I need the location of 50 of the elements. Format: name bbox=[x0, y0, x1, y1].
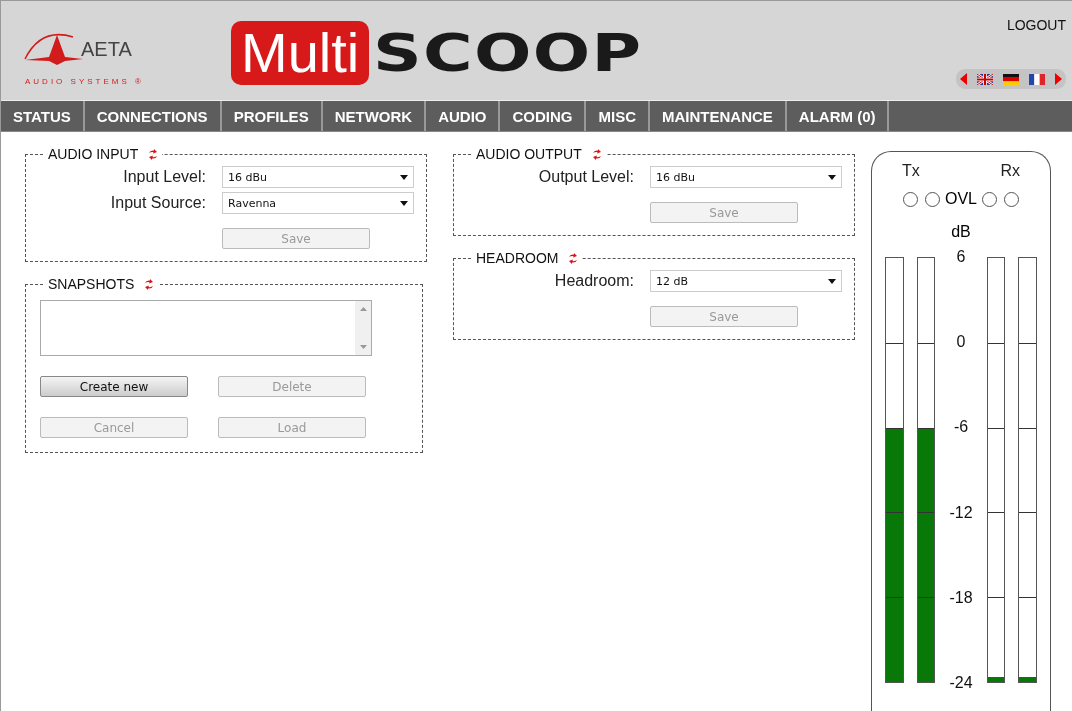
logout-link[interactable]: LOGOUT bbox=[1006, 17, 1066, 33]
nav-tab[interactable]: CONNECTIONS bbox=[84, 101, 222, 131]
nav-tab[interactable]: AUDIO bbox=[426, 101, 501, 131]
nav-tab[interactable]: MAINTENANCE bbox=[650, 101, 787, 131]
german-flag-icon[interactable] bbox=[1003, 73, 1019, 85]
nav-tab[interactable]: PROFILES bbox=[221, 101, 323, 131]
dropdown[interactable]: 12 dB bbox=[650, 270, 842, 292]
nav-tab[interactable]: CODING bbox=[500, 101, 587, 131]
brand-tagline: AUDIO SYSTEMS ® bbox=[25, 77, 144, 86]
unit-label: dB bbox=[950, 223, 972, 241]
field-label: Input Source: bbox=[109, 194, 206, 212]
refresh-icon[interactable] bbox=[148, 148, 159, 160]
section-title: AUDIO OUTPUT bbox=[476, 146, 582, 162]
refresh-icon[interactable] bbox=[144, 278, 155, 290]
nav-tab[interactable]: ALARM (0) bbox=[786, 101, 890, 131]
rx-label: Rx bbox=[1000, 162, 1020, 180]
product-logo-name: SCOOP bbox=[373, 23, 643, 83]
nav-tab[interactable]: STATUS bbox=[1, 101, 85, 131]
action-button[interactable]: Create new bbox=[40, 376, 188, 397]
french-flag-icon[interactable] bbox=[1029, 73, 1045, 85]
nav-tab[interactable]: MISC bbox=[586, 101, 650, 131]
section-title: AUDIO INPUT bbox=[48, 146, 139, 162]
field-label: Headroom: bbox=[553, 272, 634, 290]
section-title: SNAPSHOTS bbox=[48, 276, 135, 292]
scale-label: -24 bbox=[948, 674, 974, 692]
caret-icon bbox=[828, 278, 836, 284]
scale-label: 6 bbox=[955, 248, 967, 266]
caret-icon bbox=[828, 174, 836, 180]
caret-icon bbox=[400, 174, 408, 180]
section-title: HEADROOM bbox=[476, 250, 559, 266]
dropdown[interactable]: 16 dBu bbox=[650, 166, 842, 188]
scale-label: -12 bbox=[948, 503, 974, 522]
brand-name: AETA bbox=[81, 38, 132, 61]
tx-label: Tx bbox=[902, 162, 920, 180]
dropdown[interactable]: Ravenna bbox=[222, 192, 414, 214]
scale-label: -18 bbox=[948, 588, 974, 607]
product-logo-prefix: Multi bbox=[231, 21, 370, 85]
right-arrow-icon[interactable] bbox=[1055, 73, 1062, 85]
refresh-icon[interactable] bbox=[591, 148, 602, 160]
left-arrow-icon[interactable] bbox=[960, 73, 967, 85]
caret-icon bbox=[400, 200, 408, 206]
scale-label: 0 bbox=[955, 333, 967, 352]
scale-label: -6 bbox=[952, 418, 970, 437]
field-label: Output Level: bbox=[537, 168, 634, 186]
uk-flag-icon[interactable] bbox=[977, 73, 993, 85]
ovl-label: OVL bbox=[945, 190, 977, 208]
refresh-icon[interactable] bbox=[568, 252, 579, 264]
nav-tab[interactable]: NETWORK bbox=[322, 101, 427, 131]
field-label: Input Level: bbox=[122, 168, 206, 186]
dropdown[interactable]: 16 dBu bbox=[222, 166, 414, 188]
